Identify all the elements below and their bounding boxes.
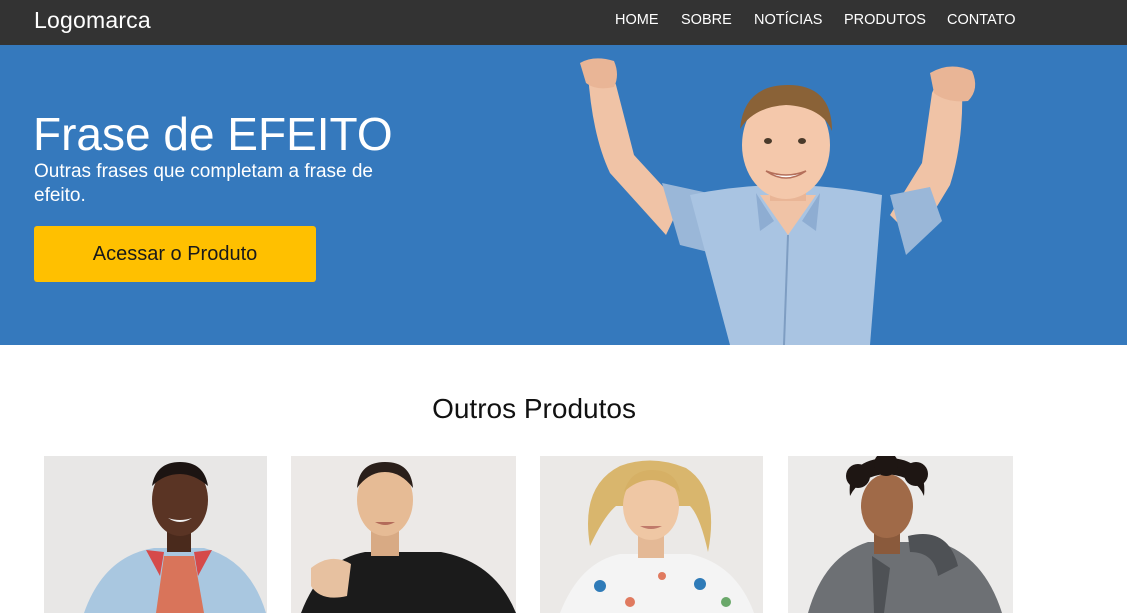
- product-photo-black-tshirt: [291, 456, 516, 613]
- main-nav: HOME SOBRE NOTÍCIAS PRODUTOS CONTATO: [0, 12, 1127, 32]
- hero-subtitle: Outras frases que completam a frase de e…: [34, 161, 373, 206]
- product-card[interactable]: [540, 456, 763, 613]
- hero-banner: Frase de EFEITO Outras frases que comple…: [0, 45, 1127, 345]
- top-navbar: Logomarca HOME SOBRE NOTÍCIAS PRODUTOS C…: [0, 0, 1127, 45]
- product-card[interactable]: [291, 456, 516, 613]
- nav-sobre-link[interactable]: SOBRE: [681, 12, 732, 28]
- nav-contato-link[interactable]: CONTATO: [947, 12, 1015, 28]
- product-card[interactable]: [44, 456, 267, 613]
- product-photo-grey-hoodie: [788, 456, 1013, 613]
- nav-noticias-link[interactable]: NOTÍCIAS: [754, 12, 822, 28]
- product-photo-floral-shirt: [540, 456, 763, 613]
- nav-home-link[interactable]: HOME: [615, 12, 659, 28]
- hero-man-photo: [580, 58, 976, 345]
- product-card[interactable]: [788, 456, 1013, 613]
- hero-title: Frase de EFEITO: [33, 108, 393, 160]
- access-product-button[interactable]: Acessar o Produto: [34, 226, 316, 282]
- nav-produtos-link[interactable]: PRODUTOS: [844, 12, 926, 28]
- product-photo-bomber-jacket: [44, 456, 267, 613]
- section-title: Outros Produtos: [432, 393, 636, 424]
